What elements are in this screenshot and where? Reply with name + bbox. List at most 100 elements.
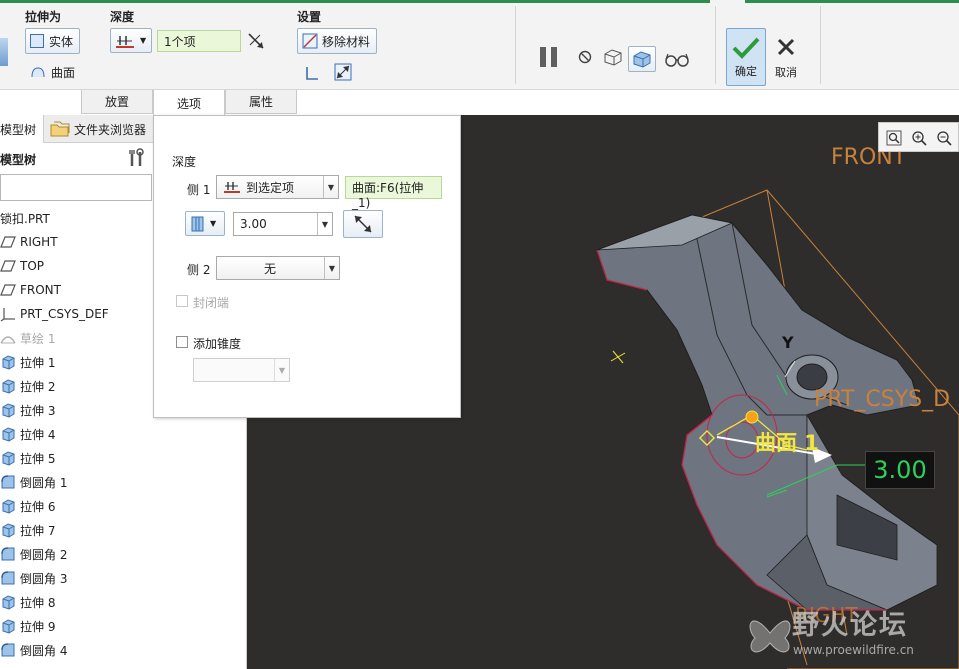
remove-material-button[interactable]: 移除材料 [297, 28, 377, 54]
no-preview-button[interactable] [576, 48, 594, 66]
extrude-icon [0, 426, 16, 442]
sketch-icon [0, 330, 16, 346]
surface-button-label: 曲面 [51, 65, 76, 80]
no-preview-icon [578, 50, 592, 64]
tree-item[interactable]: 草绘 1 [0, 327, 55, 349]
solid-button-label: 实体 [49, 34, 74, 49]
offset-value-input[interactable]: 3.00 ▼ [233, 212, 333, 236]
tree-item-label: 拉伸 1 [20, 355, 56, 370]
capped-ends-label: 封闭端 [193, 296, 230, 310]
surface-button[interactable]: 曲面 [25, 60, 85, 84]
flip-arrow-icon [354, 215, 372, 233]
add-taper-checkbox[interactable] [176, 336, 188, 348]
options-panel: 深度 侧 1 到选定项 ▼ 曲面:F6(拉伸_1) ▼ 3.00 ▼ 侧 2 无… [153, 115, 461, 418]
side1-depth-select[interactable]: 到选定项 ▼ [216, 175, 339, 199]
tree-item-label: PRT_CSYS_DEF [20, 307, 109, 321]
cancel-label: 取消 [775, 66, 797, 79]
depth-dimension-label[interactable]: 3.00 [865, 451, 935, 489]
geometry-preview-button[interactable] [601, 46, 625, 68]
tree-search-input[interactable] [0, 174, 152, 201]
tree-item[interactable]: 拉伸 3 [0, 399, 55, 421]
watermark-title: 野火论坛 [792, 610, 908, 641]
taper-value-input[interactable]: ▼ [193, 358, 290, 382]
tree-item[interactable]: TOP [0, 255, 44, 277]
tree-item[interactable]: 倒圆角 1 [0, 471, 67, 493]
trim-icon [334, 63, 352, 81]
tab-folder-browser-label: 文件夹浏览器 [74, 122, 147, 137]
tree-item-label: 拉伸 6 [20, 499, 56, 514]
chevron-down-icon: ▼ [323, 176, 338, 198]
verify-button[interactable] [662, 48, 692, 70]
folder-icon [50, 121, 70, 137]
trim-button[interactable] [333, 62, 353, 82]
tree-item-label: 倒圆角 2 [20, 547, 68, 562]
side2-label: 侧 2 [187, 263, 211, 277]
side2-depth-value: 无 [263, 261, 276, 276]
chevron-down-icon: ▼ [317, 213, 332, 235]
extrude-icon [0, 354, 16, 370]
refit-button[interactable] [884, 128, 904, 148]
extrude-icon [0, 594, 16, 610]
tree-item[interactable]: PRT_CSYS_DEF [0, 303, 109, 325]
tree-item[interactable]: 拉伸 4 [0, 423, 55, 445]
ribbon-separator [820, 6, 821, 84]
tree-item-label: 倒圆角 3 [20, 571, 68, 586]
confirm-button[interactable]: 确定 [726, 28, 766, 86]
tab-properties[interactable]: 属性 [225, 90, 297, 114]
remove-material-label: 移除材料 [322, 34, 371, 49]
zoom-in-icon [912, 131, 927, 146]
tree-item[interactable]: RIGHT [0, 231, 58, 253]
tree-item[interactable]: 拉伸 8 [0, 591, 55, 613]
tree-item[interactable]: 锁扣.PRT [0, 207, 50, 229]
side1-reference-field[interactable]: 曲面:F6(拉伸_1) [345, 176, 442, 210]
zoom-in-button[interactable] [909, 128, 929, 148]
tree-item[interactable]: 倒圆角 2 [0, 543, 67, 565]
solid-button[interactable]: 实体 [25, 28, 80, 54]
extrude-icon [0, 618, 16, 634]
side2-depth-select[interactable]: 无 ▼ [216, 256, 340, 280]
thicken-sketch-button[interactable] [302, 63, 322, 83]
tree-item[interactable]: 倒圆角 4 [0, 639, 67, 661]
tree-settings-button[interactable] [126, 148, 146, 168]
pause-button[interactable] [536, 42, 562, 72]
tools-icon [129, 148, 144, 166]
add-taper-label: 添加锥度 [193, 337, 242, 351]
checkmark-icon [732, 37, 760, 59]
extrude-icon [0, 498, 16, 514]
confirm-label: 确定 [735, 65, 757, 78]
flip-arrow-icon [248, 33, 264, 49]
tree-item[interactable]: 拉伸 9 [0, 615, 55, 637]
model-tree-title: 模型树 [0, 153, 37, 167]
round-icon [0, 546, 16, 562]
offset-flip-button[interactable] [343, 210, 383, 238]
depth-type-dropdown[interactable]: ▼ [110, 28, 152, 53]
ribbon-accent-line [0, 0, 710, 3]
tree-item-label: TOP [20, 259, 45, 273]
tree-item-label: 拉伸 7 [20, 523, 56, 538]
tab-placement[interactable]: 放置 [81, 90, 153, 114]
tree-item[interactable]: FRONT [0, 279, 61, 301]
tab-options[interactable]: 选项 [153, 90, 225, 116]
tree-item[interactable]: 拉伸 7 [0, 519, 55, 541]
glasses-icon [665, 53, 689, 67]
ribbon: 拉伸为 实体 曲面 深度 ▼ 1个项 设置 移除材料 确定 取消 [0, 0, 959, 90]
capped-ends-checkbox[interactable] [176, 295, 188, 307]
zoom-out-button[interactable] [934, 128, 954, 148]
tree-item[interactable]: 拉伸 2 [0, 375, 55, 397]
ribbon-separator [515, 6, 516, 84]
feature-preview-button[interactable] [628, 46, 656, 72]
tree-item-label: 拉伸 2 [20, 379, 56, 394]
offset-type-dropdown[interactable]: ▼ [185, 211, 225, 236]
offset-value: 3.00 [240, 217, 267, 231]
tree-item[interactable]: 拉伸 6 [0, 495, 55, 517]
chevron-down-icon: ▼ [140, 36, 147, 45]
tab-model-tree[interactable]: 模型树 [0, 115, 44, 143]
cancel-button[interactable]: 取消 [770, 32, 802, 84]
tree-item[interactable]: 倒圆角 3 [0, 567, 67, 589]
tab-folder-browser[interactable]: 文件夹浏览器 [46, 115, 150, 143]
tree-item[interactable]: 拉伸 5 [0, 447, 55, 469]
shaded-box-icon [633, 51, 651, 68]
flip-direction-button[interactable] [244, 29, 268, 53]
depth-reference-field[interactable]: 1个项 [157, 30, 241, 52]
tree-item[interactable]: 拉伸 1 [0, 351, 55, 373]
